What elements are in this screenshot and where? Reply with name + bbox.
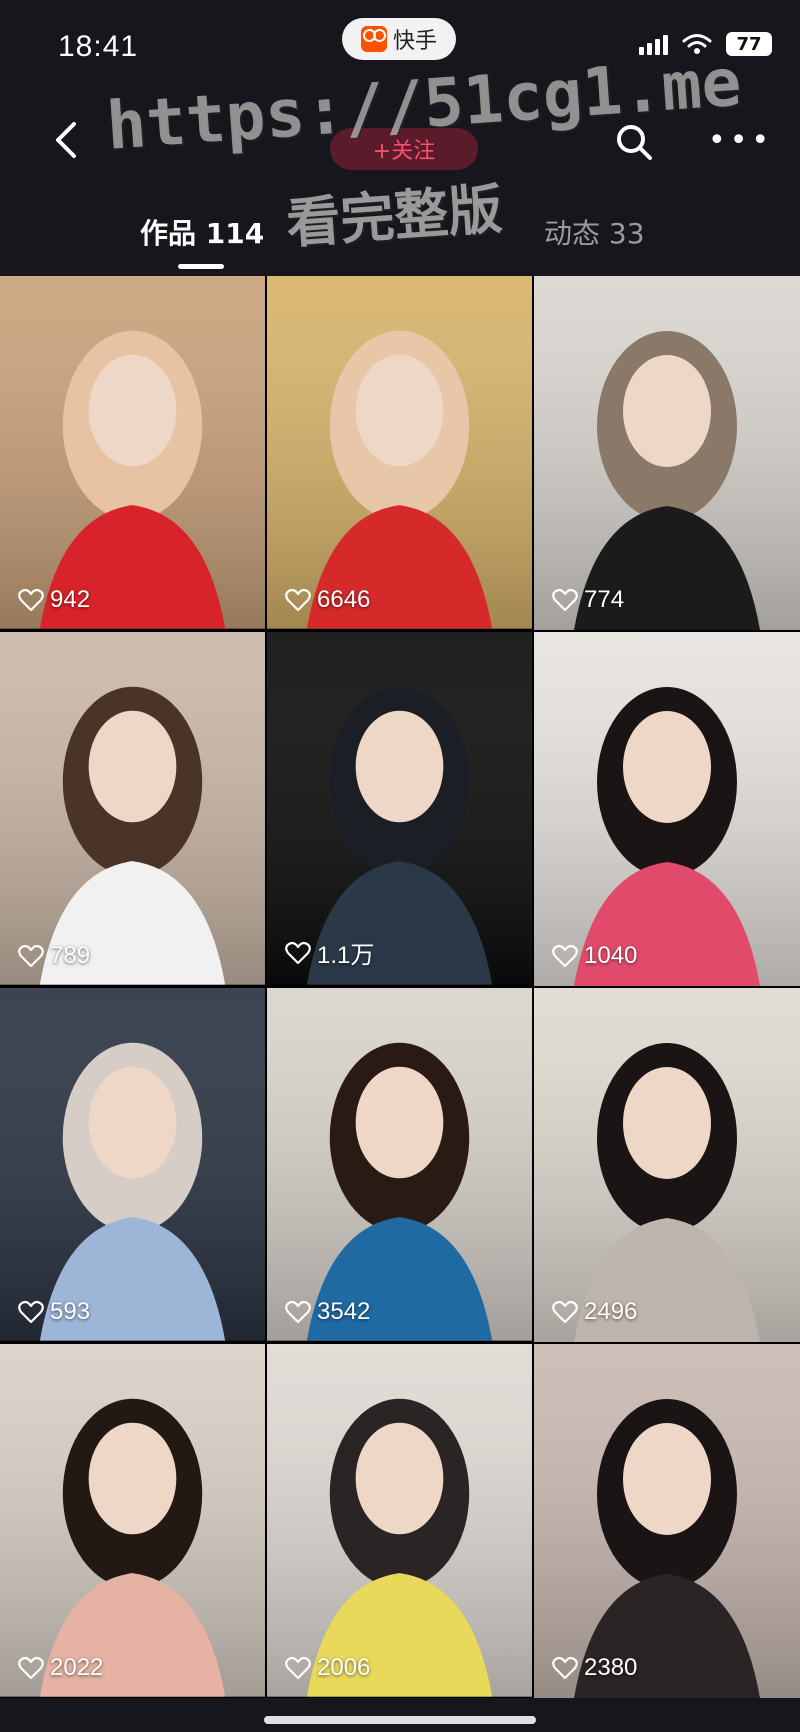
video-thumbnail[interactable]: 2006 bbox=[267, 1344, 532, 1698]
like-count: 3542 bbox=[285, 1298, 370, 1326]
status-time: 18:41 bbox=[58, 30, 139, 63]
like-count-value: 942 bbox=[50, 586, 91, 613]
like-count: 2022 bbox=[18, 1654, 103, 1682]
video-thumbnail[interactable]: 2380 bbox=[534, 1344, 800, 1698]
thumbnail-image bbox=[0, 276, 265, 629]
like-count-value: 2496 bbox=[584, 1298, 638, 1325]
kuaishou-logo-icon bbox=[360, 26, 387, 52]
thumbnail-image bbox=[0, 1344, 265, 1697]
like-count-value: 1.1万 bbox=[317, 942, 375, 969]
heart-icon bbox=[285, 1656, 311, 1680]
back-arrow-icon[interactable] bbox=[48, 120, 88, 160]
thumbnail-image bbox=[534, 1344, 800, 1698]
thumbnail-image bbox=[534, 988, 800, 1342]
like-count-value: 593 bbox=[50, 1298, 91, 1325]
video-thumbnail[interactable]: 789 bbox=[0, 632, 265, 986]
like-count: 2380 bbox=[552, 1654, 637, 1682]
like-count: 2006 bbox=[285, 1654, 370, 1682]
video-grid: 942 6646 774 789 1.1万 1040 593 3542 2496 2022 2006… bbox=[0, 276, 800, 1698]
video-thumbnail[interactable]: 942 bbox=[0, 276, 265, 630]
home-indicator[interactable] bbox=[264, 1716, 536, 1724]
tab-moments[interactable]: 动态 33 bbox=[544, 212, 645, 252]
like-count: 1.1万 bbox=[285, 935, 374, 970]
profile-tabs: 作品 114 动态 33 bbox=[0, 200, 800, 270]
thumbnail-image bbox=[267, 988, 532, 1341]
like-count: 774 bbox=[552, 586, 624, 614]
video-thumbnail[interactable]: 6646 bbox=[267, 276, 532, 630]
app-name: 快手 bbox=[392, 29, 437, 54]
video-thumbnail[interactable]: 593 bbox=[0, 988, 265, 1342]
like-count-value: 3542 bbox=[317, 1298, 371, 1325]
like-count-value: 789 bbox=[50, 942, 91, 969]
heart-icon bbox=[285, 1300, 311, 1324]
heart-icon bbox=[18, 944, 44, 968]
like-count: 2496 bbox=[552, 1298, 637, 1326]
thumbnail-image bbox=[0, 988, 265, 1341]
like-count-value: 2022 bbox=[50, 1654, 104, 1681]
like-count: 1040 bbox=[552, 942, 637, 970]
heart-icon bbox=[552, 1656, 578, 1680]
like-count-value: 2380 bbox=[584, 1654, 638, 1681]
thumbnail-image bbox=[534, 276, 800, 630]
like-count-value: 2006 bbox=[317, 1654, 371, 1681]
heart-icon bbox=[552, 588, 578, 612]
like-count: 942 bbox=[18, 586, 90, 614]
video-thumbnail[interactable]: 3542 bbox=[267, 988, 532, 1342]
like-count: 593 bbox=[18, 1298, 90, 1326]
thumbnail-image bbox=[0, 632, 265, 985]
heart-icon bbox=[552, 1300, 578, 1324]
thumbnail-image bbox=[267, 276, 532, 629]
video-thumbnail[interactable]: 774 bbox=[534, 276, 800, 630]
video-thumbnail[interactable]: 1.1万 bbox=[267, 632, 532, 986]
video-thumbnail[interactable]: 2496 bbox=[534, 988, 800, 1342]
like-count: 6646 bbox=[285, 586, 370, 614]
video-thumbnail[interactable]: 2022 bbox=[0, 1344, 265, 1698]
heart-icon bbox=[18, 1300, 44, 1324]
thumbnail-image bbox=[267, 632, 532, 985]
heart-icon bbox=[285, 588, 311, 612]
app-indicator-pill[interactable]: 快手 bbox=[342, 18, 456, 60]
more-options-icon[interactable]: ••• bbox=[708, 126, 773, 156]
tab-works[interactable]: 作品 114 bbox=[140, 212, 264, 252]
thumbnail-image bbox=[267, 1344, 532, 1697]
heart-icon bbox=[18, 1656, 44, 1680]
video-thumbnail[interactable]: 1040 bbox=[534, 632, 800, 986]
heart-icon bbox=[552, 944, 578, 968]
like-count-value: 1040 bbox=[584, 942, 638, 969]
heart-icon bbox=[18, 588, 44, 612]
active-tab-indicator bbox=[178, 264, 224, 269]
like-count: 789 bbox=[18, 942, 90, 970]
thumbnail-image bbox=[534, 632, 800, 986]
like-count-value: 774 bbox=[584, 586, 625, 613]
like-count-value: 6646 bbox=[317, 586, 371, 613]
heart-icon bbox=[285, 941, 311, 964]
